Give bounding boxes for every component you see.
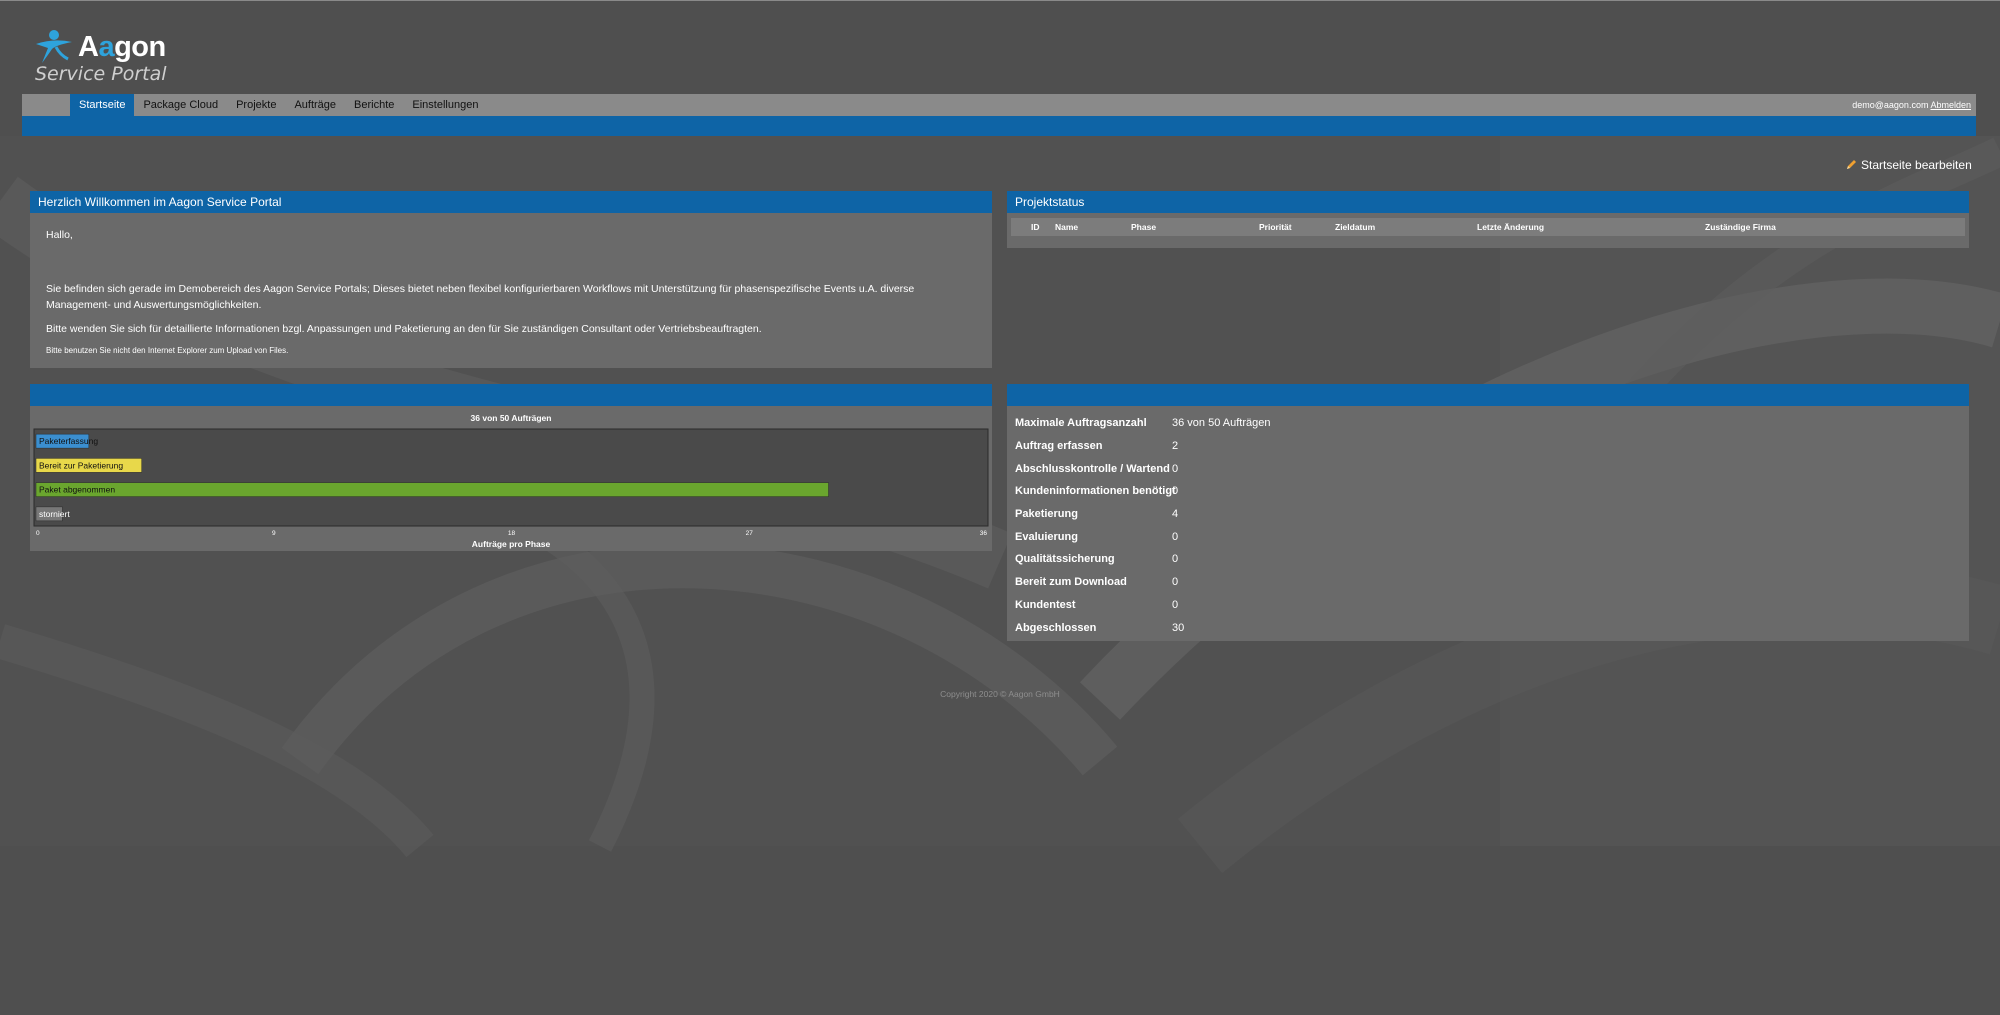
status-label: Maximale Auftragsanzahl bbox=[1015, 417, 1147, 430]
chart-x-axis-label: Aufträge pro Phase bbox=[472, 539, 551, 549]
nav-item-projekte[interactable]: Projekte bbox=[227, 94, 285, 116]
chart-tick-label: 27 bbox=[746, 530, 754, 537]
status-label: Qualitätssicherung bbox=[1015, 553, 1115, 566]
chart-bar-label: Paket abgenommen bbox=[39, 485, 115, 495]
chart-tick-label: 0 bbox=[36, 530, 40, 537]
status-value: 0 bbox=[1172, 485, 1179, 498]
welcome-note: Bitte benutzen Sie nicht den Internet Ex… bbox=[46, 346, 289, 355]
edit-home-label: Startseite bearbeiten bbox=[1861, 158, 1972, 172]
status-row: Evaluierung 0 bbox=[1015, 525, 1969, 548]
order-status-panel: Maximale Auftragsanzahl 36 von 50 Aufträg… bbox=[1007, 384, 1969, 641]
status-row: Abschlusskontrolle / Wartend 0 bbox=[1015, 457, 1969, 480]
status-row: Paketierung 4 bbox=[1015, 503, 1969, 526]
column-header-company[interactable]: Zuständige Firma bbox=[1705, 218, 1965, 236]
main-navigation: Startseite Package Cloud Projekte Aufträ… bbox=[22, 94, 1976, 116]
status-label: Abgeschlossen bbox=[1015, 621, 1097, 634]
brand-subtitle: Service Portal bbox=[35, 63, 167, 85]
status-row: Kundentest 0 bbox=[1015, 594, 1969, 617]
status-row: Maximale Auftragsanzahl 36 von 50 Aufträg… bbox=[1015, 412, 1969, 435]
status-row: Auftrag erfassen 2 bbox=[1015, 435, 1969, 458]
status-row: Kundeninformationen benötigt 0 bbox=[1015, 480, 1969, 503]
edit-home-link[interactable]: Startseite bearbeiten bbox=[1845, 158, 1972, 172]
person-logo-icon bbox=[36, 30, 72, 63]
welcome-panel: Herzlich Willkommen im Aagon Service Por… bbox=[30, 191, 992, 368]
chart-panel-header bbox=[30, 384, 992, 406]
chart-bar bbox=[35, 482, 829, 497]
nav-item-einstellungen[interactable]: Einstellungen bbox=[403, 94, 487, 116]
status-label: Kundentest bbox=[1015, 598, 1076, 611]
status-label: Bereit zum Download bbox=[1015, 576, 1127, 589]
status-row: Bereit zum Download 0 bbox=[1015, 571, 1969, 594]
nav-item-package-cloud[interactable]: Package Cloud bbox=[134, 94, 227, 116]
status-label: Evaluierung bbox=[1015, 530, 1078, 543]
user-info: demo@aagon.com Abmelden bbox=[1852, 94, 1971, 116]
status-value: 2 bbox=[1172, 440, 1179, 453]
copyright-text: Copyright 2020 © Aagon GmbH bbox=[940, 689, 1060, 699]
status-panel-header bbox=[1007, 384, 1969, 406]
status-label: Abschlusskontrolle / Wartend bbox=[1015, 462, 1170, 475]
subnav-bar bbox=[22, 116, 1976, 136]
column-header-name[interactable]: Name bbox=[1045, 218, 1131, 236]
status-value: 0 bbox=[1172, 462, 1179, 475]
welcome-greeting: Hallo, bbox=[46, 229, 73, 241]
nav-item-auftraege[interactable]: Aufträge bbox=[285, 94, 345, 116]
nav-item-startseite[interactable]: Startseite bbox=[70, 94, 135, 116]
orders-bar-chart: Paketerfassung Bereit zur Paketierung Pake… bbox=[33, 428, 989, 549]
status-row: Qualitätssicherung 0 bbox=[1015, 548, 1969, 571]
column-header-target-date[interactable]: Zieldatum bbox=[1335, 218, 1477, 236]
brand-name: Aagon bbox=[78, 31, 166, 63]
chart-tick-label: 9 bbox=[272, 530, 276, 537]
status-label: Paketierung bbox=[1015, 508, 1078, 521]
status-value: 0 bbox=[1172, 530, 1179, 543]
column-header-priority[interactable]: Priorität bbox=[1259, 218, 1335, 236]
welcome-title: Herzlich Willkommen im Aagon Service Por… bbox=[30, 191, 992, 213]
orders-per-phase-chart-panel: 36 von 50 Aufträgen Paketerfassung Bereit… bbox=[30, 384, 992, 551]
chart-bar-label: Paketerfassung bbox=[39, 436, 98, 446]
status-row: Abgeschlossen 30 bbox=[1015, 616, 1969, 639]
project-status-table: ID Name Phase Priorität Zieldatum Letzte… bbox=[1011, 218, 1965, 236]
pencil-icon bbox=[1847, 160, 1856, 169]
project-status-title: Projektstatus bbox=[1007, 191, 1969, 213]
column-header-phase[interactable]: Phase bbox=[1131, 218, 1259, 236]
status-value: 0 bbox=[1172, 598, 1179, 611]
welcome-paragraph-1: Sie befinden sich gerade im Demobereich … bbox=[46, 283, 915, 311]
order-status-list: Maximale Auftragsanzahl 36 von 50 Aufträg… bbox=[1007, 406, 1969, 639]
welcome-paragraph-2: Bitte wenden Sie sich für detaillierte I… bbox=[46, 323, 762, 335]
user-email: demo@aagon.com bbox=[1852, 100, 1929, 110]
column-header-id[interactable]: ID bbox=[1011, 218, 1045, 236]
status-value: 30 bbox=[1172, 621, 1185, 634]
chart-bar-label: Bereit zur Paketierung bbox=[39, 460, 123, 470]
chart-title: 36 von 50 Aufträgen bbox=[470, 413, 552, 423]
chart-tick-label: 18 bbox=[508, 530, 516, 537]
status-value: 4 bbox=[1172, 508, 1179, 521]
status-label: Auftrag erfassen bbox=[1015, 440, 1103, 453]
chart-bar-label: storniert bbox=[39, 509, 70, 519]
status-label: Kundeninformationen benötigt bbox=[1015, 485, 1176, 498]
status-value: 0 bbox=[1172, 576, 1179, 589]
nav-item-berichte[interactable]: Berichte bbox=[345, 94, 403, 116]
chart-tick-label: 36 bbox=[980, 530, 988, 537]
status-value: 36 von 50 Aufträgen bbox=[1172, 417, 1271, 430]
logout-link[interactable]: Abmelden bbox=[1930, 100, 1971, 110]
column-header-last-change[interactable]: Letzte Änderung bbox=[1477, 218, 1705, 236]
project-status-panel: Projektstatus ID Name Phase Priorität Zi… bbox=[1007, 191, 1969, 248]
status-value: 0 bbox=[1172, 553, 1179, 566]
chart-plot-area bbox=[33, 428, 989, 527]
aagon-logo[interactable]: Aagon Service Portal bbox=[34, 29, 194, 85]
